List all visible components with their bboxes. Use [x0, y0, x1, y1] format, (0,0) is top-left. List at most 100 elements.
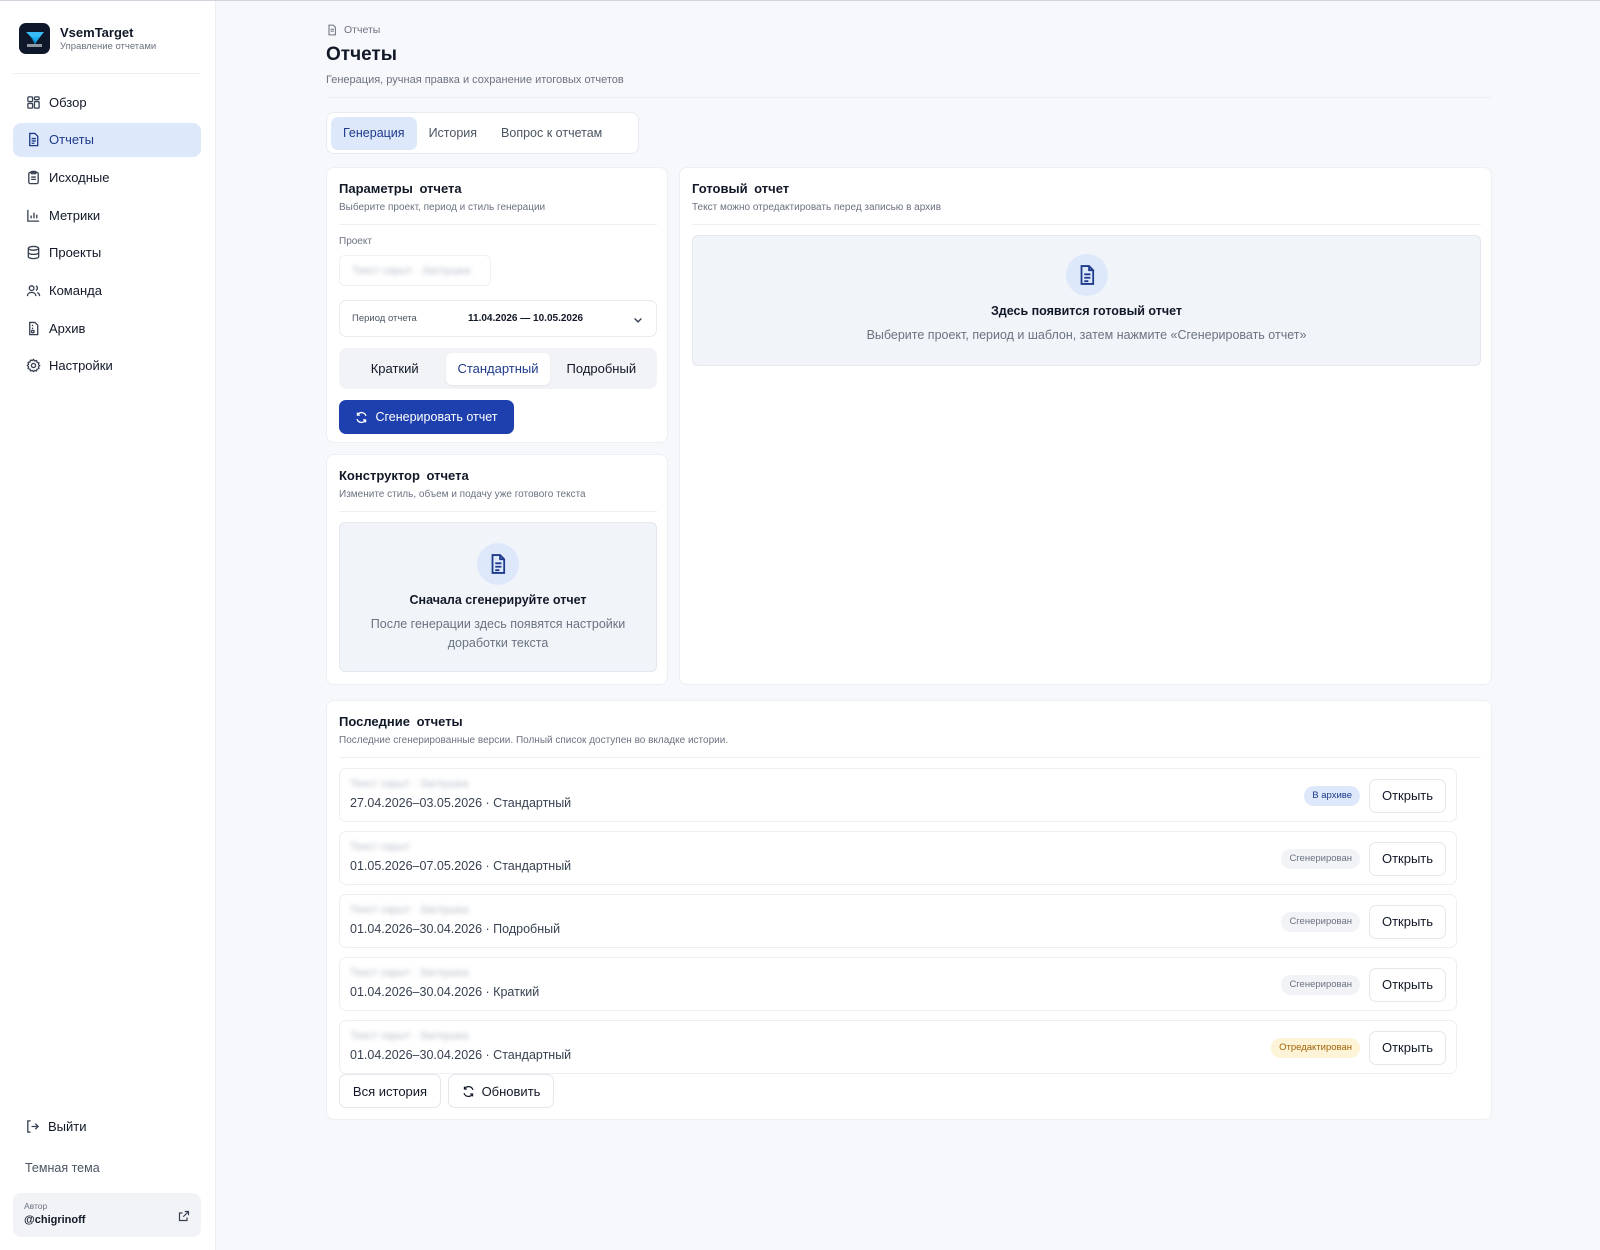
report-meta: 01.04.2026–30.04.2026 · Подробный — [350, 922, 561, 936]
report-meta: 01.04.2026–30.04.2026 · Стандартный — [350, 1048, 572, 1062]
app-subtitle: Управление отчетами — [60, 40, 157, 52]
tab-history[interactable]: История — [417, 117, 489, 150]
ready-report-card: Готовый отчет Текст можно отредактироват… — [679, 167, 1492, 685]
params-title: Параметры отчета — [339, 181, 462, 196]
sidebar-item-label: Исходные — [49, 169, 110, 185]
sidebar-item-overview[interactable]: Обзор — [13, 85, 201, 119]
page-title: Отчеты — [326, 44, 397, 65]
sidebar-item-archive[interactable]: Архив — [13, 311, 201, 345]
archive-file-icon — [26, 321, 41, 336]
app-logo-icon — [19, 23, 50, 54]
list-item: Текст скрыт · Заглушка 01.04.2026–30.04.… — [339, 894, 1457, 948]
params-card: Параметры отчета Выберите проект, период… — [326, 167, 668, 443]
gear-icon — [26, 358, 41, 373]
open-report-button[interactable]: Открыть — [1369, 842, 1446, 876]
list-item: Текст скрыт 01.05.2026–07.05.2026 · Стан… — [339, 831, 1457, 885]
users-icon — [26, 283, 41, 298]
open-report-button[interactable]: Открыть — [1369, 1031, 1446, 1065]
recent-reports-card: Последние отчеты Последние сгенерированн… — [326, 700, 1492, 1120]
open-report-button[interactable]: Открыть — [1369, 905, 1446, 939]
report-meta: 27.04.2026–03.05.2026 · Стандартный — [350, 796, 572, 810]
grid-icon — [26, 95, 41, 110]
report-meta: 01.05.2026–07.05.2026 · Стандартный — [350, 859, 572, 873]
sidebar-item-team[interactable]: Команда — [13, 273, 201, 307]
divider — [13, 73, 200, 74]
theme-toggle[interactable]: Темная тема — [25, 1161, 100, 1175]
sidebar-item-sources[interactable]: Исходные — [13, 160, 201, 194]
sidebar-item-settings[interactable]: Настройки — [13, 349, 201, 383]
status-badge: Отредактирован — [1271, 1038, 1360, 1058]
list-item: Текст скрыт · Заглушка 01.04.2026–30.04.… — [339, 1020, 1457, 1074]
recent-title: Последние отчеты — [339, 714, 463, 729]
sidebar-item-metrics[interactable]: Метрики — [13, 198, 201, 232]
report-name: Текст скрыт · Заглушка — [350, 967, 469, 979]
divider — [339, 224, 657, 225]
style-selector: Краткий Стандартный Подробный — [339, 348, 657, 389]
page-subtitle: Генерация, ручная правка и сохранение ит… — [326, 74, 624, 86]
status-badge: Сгенерирован — [1281, 912, 1360, 932]
logout-icon — [27, 1120, 40, 1133]
report-name: Текст скрыт · Заглушка — [350, 778, 469, 790]
report-name: Текст скрыт · Заглушка — [350, 1030, 469, 1042]
style-option-detailed[interactable]: Подробный — [550, 353, 653, 385]
brand[interactable]: VsemTarget Управление отчетами — [19, 23, 156, 54]
document-icon — [328, 24, 336, 36]
divider — [692, 224, 1481, 225]
recent-list: Текст скрыт · Заглушка 27.04.2026–03.05.… — [339, 768, 1457, 1083]
sidebar-item-projects[interactable]: Проекты — [13, 236, 201, 270]
open-report-button[interactable]: Открыть — [1369, 968, 1446, 1002]
refresh-button[interactable]: Обновить — [448, 1074, 554, 1108]
divider — [339, 757, 1481, 758]
style-option-standard[interactable]: Стандартный — [446, 352, 550, 385]
divider — [326, 97, 1492, 98]
sidebar-nav: Обзор Отчеты Исходные Метрики Проекты Ко… — [13, 85, 201, 387]
logout-button[interactable]: Выйти — [25, 1119, 87, 1134]
document-icon — [477, 543, 519, 585]
open-report-button[interactable]: Открыть — [1369, 779, 1446, 813]
period-select[interactable]: Период отчета 11.04.2026 — 10.05.2026 — [339, 300, 657, 337]
ready-title: Готовый отчет — [692, 181, 790, 196]
external-link-icon[interactable] — [178, 1209, 190, 1227]
breadcrumb-item[interactable]: Отчеты — [344, 24, 380, 36]
document-icon — [26, 132, 41, 147]
ready-subtitle: Текст можно отредактировать перед запись… — [692, 202, 942, 213]
clipboard-icon — [26, 170, 41, 185]
builder-title: Конструктор отчета — [339, 468, 469, 483]
author-caption: Автор — [24, 1201, 48, 1211]
report-name: Текст скрыт · Заглушка — [350, 904, 469, 916]
ready-empty-text: Выберите проект, период и шаблон, затем … — [866, 328, 1307, 342]
sidebar: VsemTarget Управление отчетами Обзор Отч… — [0, 1, 216, 1250]
sidebar-item-label: Команда — [49, 282, 102, 298]
refresh-label: Обновить — [481, 1083, 541, 1099]
sidebar-item-label: Архив — [49, 320, 86, 336]
builder-empty-text: После генерации здесь появятся настройки… — [370, 617, 626, 650]
app-name: VsemTarget — [60, 24, 134, 40]
tab-generation[interactable]: Генерация — [331, 116, 417, 150]
builder-empty-state: Сначала сгенерируйте отчет После генерац… — [339, 522, 657, 672]
generate-label: Сгенерировать отчет — [375, 410, 498, 424]
tabs: Генерация История Вопрос к отчетам — [326, 112, 639, 154]
author-name[interactable]: @chigrinoff — [24, 1214, 190, 1226]
database-icon — [26, 245, 41, 260]
sidebar-item-label: Обзор — [49, 94, 87, 110]
builder-empty-title: Сначала сгенерируйте отчет — [409, 593, 587, 607]
project-label: Проект — [339, 236, 372, 247]
window-top-border — [0, 0, 1600, 1]
generate-report-button[interactable]: Сгенерировать отчет — [339, 400, 514, 434]
document-icon — [1065, 254, 1108, 296]
author-card: Автор @chigrinoff — [13, 1193, 201, 1237]
tab-question[interactable]: Вопрос к отчетам — [489, 117, 614, 150]
sidebar-item-label: Метрики — [49, 207, 101, 223]
all-history-button[interactable]: Вся история — [339, 1074, 441, 1108]
all-history-label: Вся история — [352, 1083, 428, 1099]
style-option-brief[interactable]: Краткий — [343, 353, 446, 385]
sidebar-item-label: Отчеты — [49, 132, 94, 148]
sidebar-item-reports[interactable]: Отчеты — [13, 122, 201, 157]
builder-card: Конструктор отчета Измените стиль, объем… — [326, 454, 668, 685]
status-badge: Сгенерирован — [1281, 849, 1360, 869]
status-badge: Сгенерирован — [1281, 975, 1360, 995]
ready-empty-state: Здесь появится готовый отчет Выберите пр… — [692, 235, 1481, 366]
sidebar-item-label: Проекты — [49, 245, 102, 261]
divider — [339, 511, 657, 512]
project-select[interactable]: Текст скрыт · Заглушка — [339, 255, 491, 286]
